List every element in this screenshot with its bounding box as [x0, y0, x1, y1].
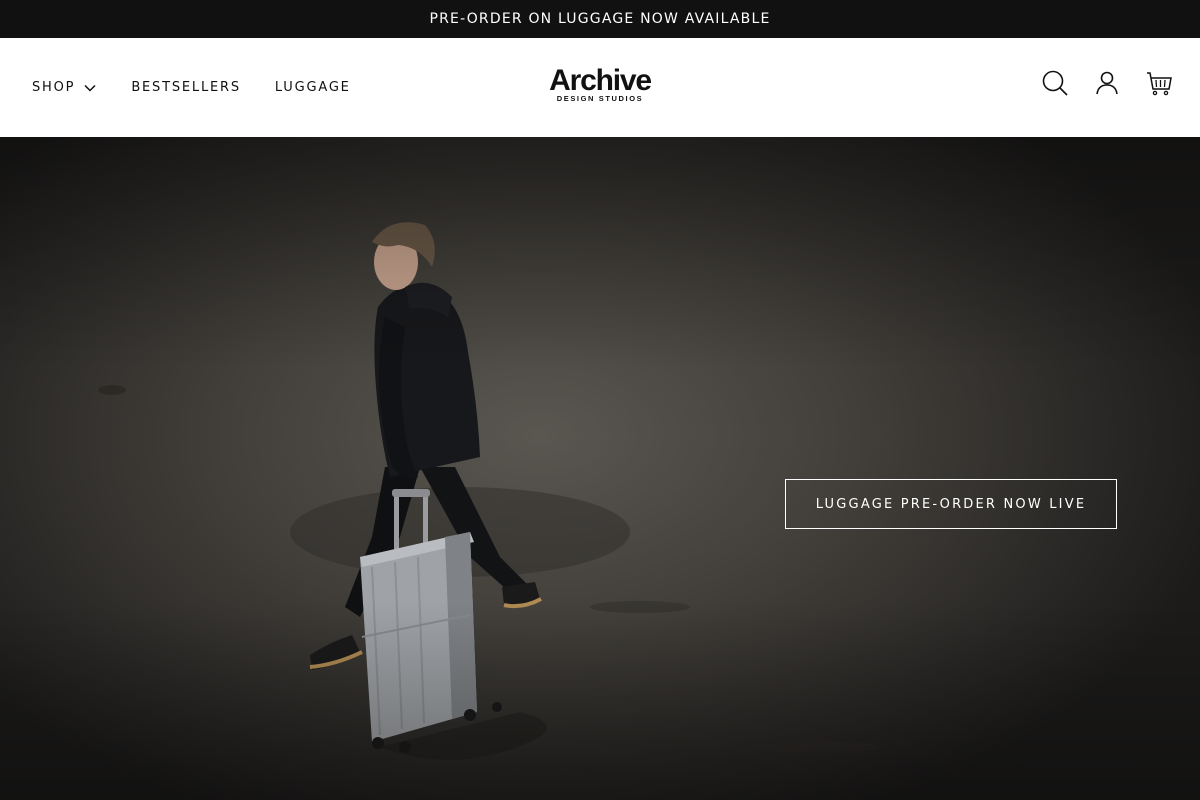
chevron-down-icon	[84, 84, 96, 92]
site-header: SHOP BESTSELLERS LUGGAGE Archive DESIGN …	[0, 38, 1200, 137]
account-icon	[1096, 71, 1118, 95]
header-icons	[1018, 68, 1174, 98]
luggage-preorder-button[interactable]: LUGGAGE PRE-ORDER NOW LIVE	[785, 479, 1117, 529]
hero-overlay	[0, 137, 1200, 800]
main-nav: SHOP BESTSELLERS LUGGAGE	[32, 38, 385, 137]
nav-item-label: LUGGAGE	[274, 80, 351, 95]
nav-item-bestsellers[interactable]: BESTSELLERS	[131, 80, 241, 95]
cta-label: LUGGAGE PRE-ORDER NOW LIVE	[815, 496, 1087, 512]
cart-icon	[1147, 72, 1172, 96]
announcement-text: PRE-ORDER ON LUGGAGE NOW AVAILABLE	[429, 11, 771, 27]
hero-banner: LUGGAGE PRE-ORDER NOW LIVE	[0, 137, 1200, 800]
announcement-bar: PRE-ORDER ON LUGGAGE NOW AVAILABLE	[0, 0, 1200, 38]
brand-logo[interactable]: Archive DESIGN STUDIOS	[549, 64, 652, 103]
account-button[interactable]	[1092, 68, 1122, 98]
search-button[interactable]	[1040, 68, 1070, 98]
logo-wordmark: Archive	[549, 64, 652, 97]
logo-subtitle: DESIGN STUDIOS	[556, 94, 644, 103]
nav-item-label: BESTSELLERS	[131, 80, 241, 95]
nav-item-shop[interactable]: SHOP	[32, 80, 97, 95]
nav-item-luggage[interactable]: LUGGAGE	[275, 80, 351, 95]
search-icon	[1042, 70, 1068, 96]
nav-item-label: SHOP	[32, 80, 76, 95]
cart-button[interactable]	[1144, 68, 1174, 98]
